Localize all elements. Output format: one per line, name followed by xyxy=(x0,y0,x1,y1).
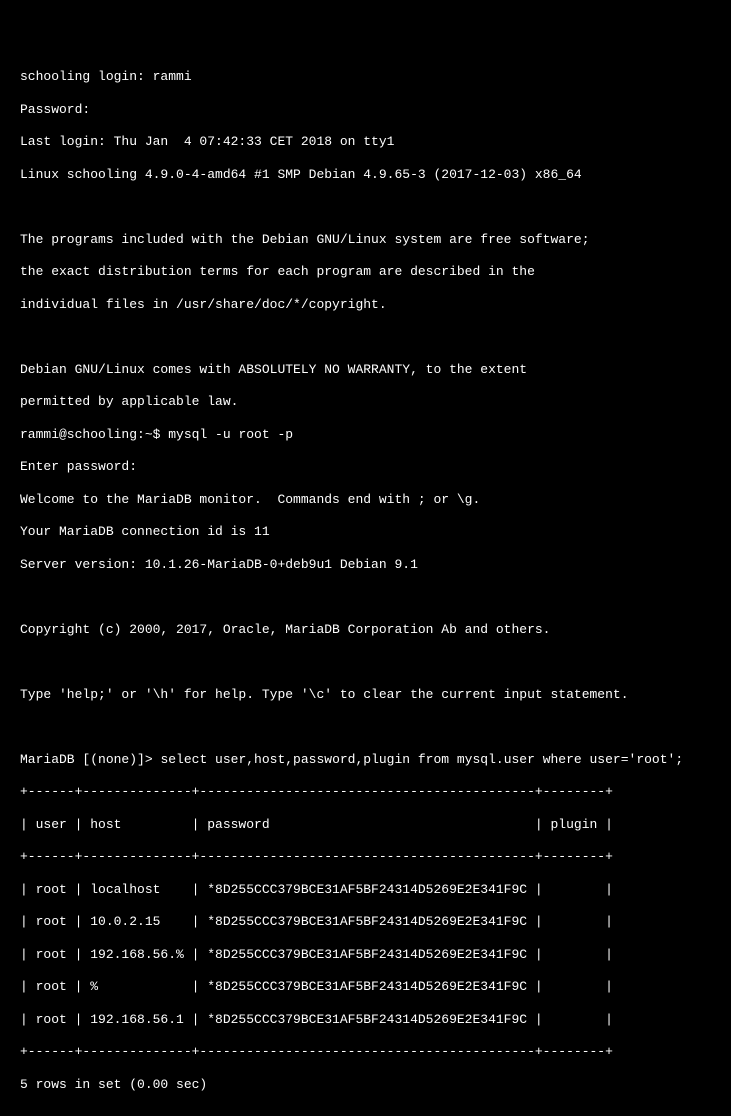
motd-warranty-1: Debian GNU/Linux comes with ABSOLUTELY N… xyxy=(20,362,711,378)
blank-line xyxy=(20,1109,711,1116)
mariadb-query-line[interactable]: MariaDB [(none)]> select user,host,passw… xyxy=(20,752,711,768)
shell-line[interactable]: rammi@schooling:~$ mysql -u root -p xyxy=(20,427,711,443)
blank-line xyxy=(20,654,711,670)
login-prompt: schooling login: rammi xyxy=(20,69,711,85)
mariadb-conn-id: Your MariaDB connection id is 11 xyxy=(20,524,711,540)
table-row: | root | 10.0.2.15 | *8D255CCC379BCE31AF… xyxy=(20,914,711,930)
shell-prompt: rammi@schooling:~$ xyxy=(20,427,168,442)
motd-line-3: individual files in /usr/share/doc/*/cop… xyxy=(20,297,711,313)
mariadb-welcome: Welcome to the MariaDB monitor. Commands… xyxy=(20,492,711,508)
result-summary: 5 rows in set (0.00 sec) xyxy=(20,1077,711,1093)
blank-line xyxy=(20,199,711,215)
motd-line-1: The programs included with the Debian GN… xyxy=(20,232,711,248)
mariadb-prompt: MariaDB [(none)]> xyxy=(20,752,160,767)
table-row: | root | 192.168.56.% | *8D255CCC379BCE3… xyxy=(20,947,711,963)
mysql-enter-password: Enter password: xyxy=(20,459,711,475)
blank-line xyxy=(20,589,711,605)
table-border-top: +------+--------------+-----------------… xyxy=(20,784,711,800)
table-border-mid: +------+--------------+-----------------… xyxy=(20,849,711,865)
shell-command: mysql -u root -p xyxy=(168,427,293,442)
table-border-bottom: +------+--------------+-----------------… xyxy=(20,1044,711,1060)
table-row: | root | localhost | *8D255CCC379BCE31AF… xyxy=(20,882,711,898)
password-prompt: Password: xyxy=(20,102,711,118)
motd-line-2: the exact distribution terms for each pr… xyxy=(20,264,711,280)
mariadb-copyright: Copyright (c) 2000, 2017, Oracle, MariaD… xyxy=(20,622,711,638)
last-login: Last login: Thu Jan 4 07:42:33 CET 2018 … xyxy=(20,134,711,150)
motd-warranty-2: permitted by applicable law. xyxy=(20,394,711,410)
table-header: | user | host | password | plugin | xyxy=(20,817,711,833)
blank-line xyxy=(20,329,711,345)
table-row: | root | 192.168.56.1 | *8D255CCC379BCE3… xyxy=(20,1012,711,1028)
kernel-info: Linux schooling 4.9.0-4-amd64 #1 SMP Deb… xyxy=(20,167,711,183)
mariadb-server-version: Server version: 10.1.26-MariaDB-0+deb9u1… xyxy=(20,557,711,573)
blank-line xyxy=(20,719,711,735)
table-row: | root | % | *8D255CCC379BCE31AF5BF24314… xyxy=(20,979,711,995)
mariadb-query: select user,host,password,plugin from my… xyxy=(160,752,683,767)
mariadb-help: Type 'help;' or '\h' for help. Type '\c'… xyxy=(20,687,711,703)
